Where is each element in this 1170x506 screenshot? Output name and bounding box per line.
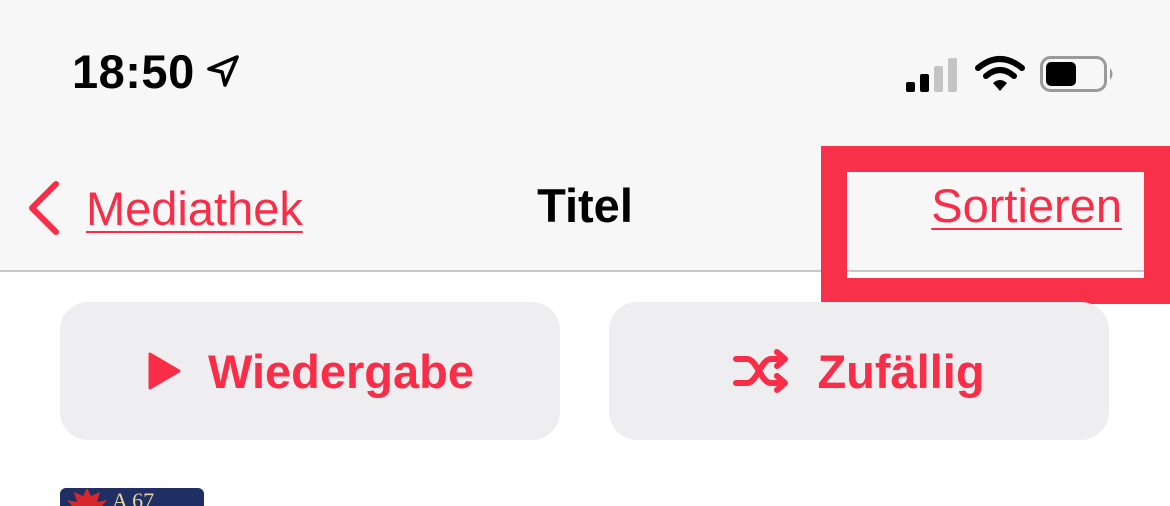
location-arrow-icon <box>207 55 239 87</box>
battery-icon <box>1040 56 1113 92</box>
sort-button[interactable]: Sortieren <box>931 178 1122 233</box>
chevron-left-icon <box>29 181 59 235</box>
cellular-signal-icon <box>906 58 957 92</box>
status-time: 18:50 <box>72 45 195 98</box>
album-artwork[interactable]: A 67 <box>60 488 204 506</box>
navigation-bar: 18:50 Mediathek Titel Sortieren <box>0 0 1170 272</box>
wifi-icon <box>975 56 1025 91</box>
back-label: Mediathek <box>86 181 303 235</box>
play-label: Wiedergabe <box>208 344 474 398</box>
play-icon <box>148 352 181 390</box>
shuffle-icon <box>733 349 789 393</box>
maple-leaf-icon <box>67 488 107 506</box>
shuffle-button[interactable]: Zufällig <box>609 302 1109 440</box>
play-button[interactable]: Wiedergabe <box>60 302 560 440</box>
back-button[interactable]: Mediathek <box>24 178 303 238</box>
album-art-text: A 67 <box>112 488 155 506</box>
shuffle-label: Zufällig <box>817 344 985 398</box>
